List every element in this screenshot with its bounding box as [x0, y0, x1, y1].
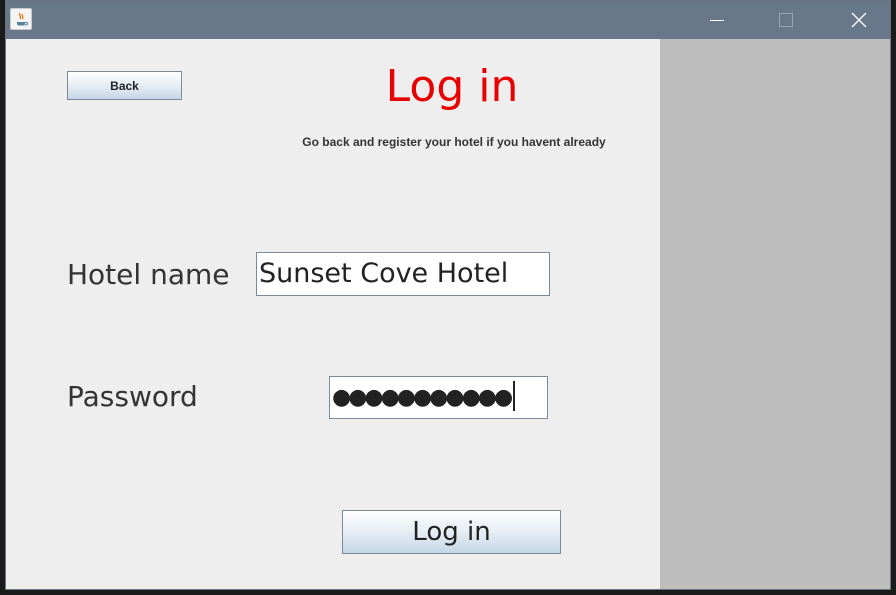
back-button[interactable]: Back	[67, 71, 182, 100]
maximize-button[interactable]	[752, 1, 818, 39]
password-label: Password	[67, 380, 198, 413]
hotel-name-value: Sunset Cove Hotel	[259, 258, 509, 289]
password-masked-value: ●●●●●●●●●●●	[332, 385, 513, 410]
login-panel: Back Log in Go back and register your ho…	[6, 39, 660, 589]
page-title: Log in	[385, 61, 519, 112]
hotel-name-label: Hotel name	[67, 258, 230, 291]
login-button[interactable]: Log in	[342, 510, 561, 554]
password-input[interactable]: ●●●●●●●●●●●	[329, 376, 548, 419]
register-hint: Go back and register your hotel if you h…	[302, 135, 606, 149]
title-bar[interactable]	[6, 1, 890, 39]
maximize-icon	[779, 13, 793, 27]
close-button[interactable]	[820, 1, 886, 39]
text-caret	[513, 381, 516, 411]
empty-side-area	[660, 39, 890, 589]
hotel-name-input[interactable]: Sunset Cove Hotel	[256, 252, 550, 296]
app-window: Back Log in Go back and register your ho…	[5, 0, 891, 590]
close-icon	[851, 12, 867, 28]
minimize-icon	[710, 20, 724, 21]
java-icon[interactable]	[10, 8, 32, 30]
minimize-button[interactable]	[684, 1, 750, 39]
